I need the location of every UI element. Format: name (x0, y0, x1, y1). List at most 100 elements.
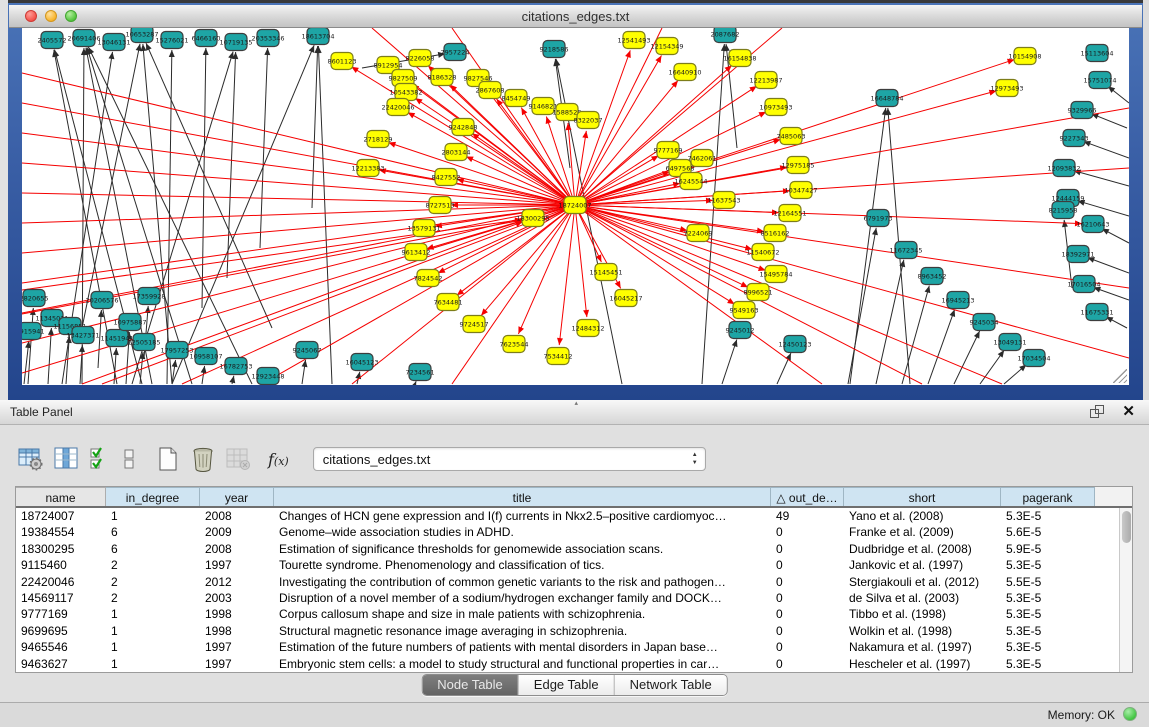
table-cell: 19384554 (16, 524, 106, 540)
table-cell: 0 (771, 590, 844, 606)
column-header-out_de[interactable]: △ out_de… (771, 487, 844, 506)
tab-node-table[interactable]: Node Table (422, 675, 519, 695)
table-row[interactable]: 1938455462009Genome–wide association stu… (16, 524, 1119, 540)
graph-edge (312, 46, 318, 208)
tab-network-table[interactable]: Network Table (615, 675, 727, 695)
table-cell: 1 (106, 656, 200, 672)
clear-selection-icon[interactable] (122, 447, 138, 471)
scrollbar-thumb[interactable] (1122, 511, 1131, 543)
close-panel-icon[interactable]: ✕ (1122, 402, 1135, 420)
table-row[interactable]: 911546021997Tourette syndrome. Phenomeno… (16, 557, 1119, 573)
graph-node-label: 9227343 (1060, 134, 1089, 142)
column-header-title[interactable]: title (274, 487, 771, 506)
table-cell: Tibbo et al. (1998) (844, 606, 1001, 622)
graph-edge-arrowhead (113, 348, 119, 355)
graph-node-label: 15276021 (155, 36, 188, 44)
function-builder-icon[interactable]: f(x) (268, 450, 289, 469)
graph-edge-arrowhead (172, 360, 178, 367)
graph-node-label: 2867608 (476, 86, 505, 94)
table-cell: Franke et al. (2009) (844, 524, 1001, 540)
graph-edge-arrowhead (949, 309, 955, 317)
graph-node-label: 15113604 (1080, 49, 1113, 57)
graph-edge (848, 228, 876, 384)
panel-divider-handle[interactable]: ▴ (575, 401, 583, 406)
graph-edge (1074, 171, 1129, 186)
column-header-short[interactable]: short (844, 487, 1001, 506)
graph-edge (575, 205, 1082, 224)
graph-edge (1078, 201, 1129, 216)
table-cell: 9463627 (16, 656, 106, 672)
table-panel-header[interactable]: ▴ Table Panel ✕ (0, 400, 1149, 425)
graph-node-label: 8996521 (744, 288, 773, 296)
graph-node-label: 13046131 (97, 38, 130, 46)
graph-edge (575, 205, 1129, 288)
table-row[interactable]: 2242004622012Investigating the contribut… (16, 574, 1119, 590)
table-row[interactable]: 1456911722003Disruption of a novel membe… (16, 590, 1119, 606)
table-row[interactable]: 969969511998Structural magnetic resonanc… (16, 623, 1119, 639)
graph-node-label: 9218586 (540, 45, 569, 53)
graph-edge-arrowhead (228, 52, 234, 60)
delete-icon[interactable] (190, 446, 216, 472)
graph-node-label: 6497568 (666, 164, 695, 172)
graph-node-label: 12450123 (778, 340, 811, 348)
table-cell: Tourette syndrome. Phenomenology and cla… (274, 557, 771, 573)
table-cell: Estimation of significance thresholds fo… (274, 541, 771, 557)
column-header-year[interactable]: year (200, 487, 274, 506)
select-rows-icon[interactable] (90, 447, 112, 471)
float-panel-icon[interactable] (1090, 405, 1105, 420)
graph-node-label: 12213383 (351, 164, 384, 172)
graph-edge (575, 205, 1129, 358)
column-header-in_degree[interactable]: in_degree (106, 487, 200, 506)
graph-node-label: 10543382 (389, 88, 422, 96)
tab-edge-table[interactable]: Edge Table (519, 675, 615, 695)
graph-node-label: 12541493 (617, 36, 650, 44)
select-stepper-icon: ▲▼ (692, 451, 698, 467)
graph-edge (954, 331, 980, 384)
graph-node-label: 12505185 (127, 338, 160, 346)
table-row[interactable]: 1872400712008Changes of HCN gene express… (16, 508, 1119, 524)
graph-node-label: 12484312 (571, 324, 604, 332)
table-cell: 9115460 (16, 557, 106, 573)
table-cell: 2 (106, 590, 200, 606)
column-header-pagerank[interactable]: pagerank (1001, 487, 1095, 506)
graph-node-label: 7623544 (500, 340, 529, 348)
table-cell: 0 (771, 541, 844, 557)
table-cell: 0 (771, 574, 844, 590)
select-columns-icon[interactable] (54, 447, 80, 471)
graph-node-label: 9827509 (389, 74, 418, 82)
graph-edge (318, 46, 332, 384)
table-cell: 5.3E-5 (1001, 623, 1095, 639)
graph-edge-arrowhead (136, 44, 142, 51)
table-cell: Genome–wide association studies in ADHD. (274, 524, 771, 540)
table-row[interactable]: 1830029562008Estimation of significance … (16, 541, 1119, 557)
network-canvas[interactable]: 1872400786011238912954822605898275098186… (22, 28, 1129, 385)
graph-node-label: 16210643 (1076, 220, 1109, 228)
node-table: namein_degreeyeartitle△ out_de…shortpage… (15, 486, 1133, 673)
graph-edge-arrowhead (203, 48, 209, 55)
table-source-select[interactable]: citations_edges.txt ▲▼ (313, 447, 706, 471)
table-cell: 22420046 (16, 574, 106, 590)
table-vertical-scrollbar[interactable] (1119, 508, 1132, 672)
window-titlebar[interactable]: citations_edges.txt (9, 5, 1142, 28)
graph-node-label: 13579131 (407, 224, 440, 232)
window-resize-grip[interactable] (1113, 369, 1127, 383)
table-row[interactable]: 946554611997Estimation of the future num… (16, 639, 1119, 655)
graph-node-label: 12164551 (773, 209, 806, 217)
table-row[interactable]: 946362711997Embryonic stem cells: a mode… (16, 656, 1119, 672)
table-settings-icon[interactable] (18, 447, 44, 471)
table-row[interactable]: 977716911998Corpus callosum shape and si… (16, 606, 1119, 622)
graph-edge (388, 142, 575, 205)
graph-node-label: 13049131 (993, 338, 1026, 346)
new-table-icon[interactable] (156, 446, 180, 472)
table-cell: Disruption of a novel member of a sodium… (274, 590, 771, 606)
graph-node-label: 11672345 (889, 246, 922, 254)
graph-node-label: 17016504 (1067, 280, 1100, 288)
table-cell: 5.3E-5 (1001, 639, 1095, 655)
memory-status-indicator[interactable] (1123, 707, 1137, 721)
graph-node-label: 7634481 (434, 298, 463, 306)
graph-edge-arrowhead (732, 339, 738, 347)
table-cell: Hescheler et al. (1997) (844, 656, 1001, 672)
table-cell: 0 (771, 524, 844, 540)
graph-edge (227, 52, 236, 278)
column-header-name[interactable]: name (16, 487, 106, 506)
